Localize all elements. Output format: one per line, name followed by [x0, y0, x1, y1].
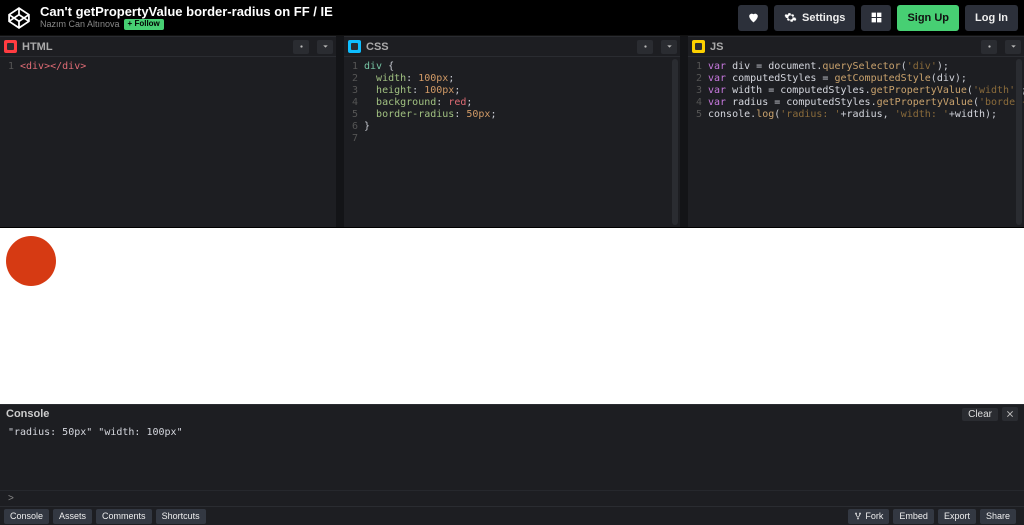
console-header: Console Clear	[0, 405, 1024, 423]
editor-html-label: HTML	[22, 41, 53, 53]
chevron-down-icon	[1009, 42, 1018, 51]
footer-assets-button[interactable]: Assets	[53, 509, 92, 524]
editor-js-label: JS	[710, 41, 723, 53]
editor-css-label: CSS	[366, 41, 389, 53]
scrollbar[interactable]	[672, 59, 678, 225]
editor-html-settings[interactable]	[293, 40, 309, 54]
grid-icon	[870, 11, 883, 24]
login-button[interactable]: Log In	[965, 5, 1018, 31]
codepen-icon	[8, 7, 30, 29]
html-badge-icon	[4, 40, 17, 53]
heart-icon	[747, 11, 760, 24]
gutter: 1 2 3 4 5	[688, 57, 708, 227]
console-input[interactable]: >	[0, 490, 1024, 506]
gear-icon	[784, 11, 797, 24]
footer-export-button[interactable]: Export	[938, 509, 976, 524]
preview-pane	[0, 228, 1024, 404]
view-switch-button[interactable]	[861, 5, 891, 31]
pen-author[interactable]: Nazım Can Altınova	[40, 20, 120, 29]
scrollbar[interactable]	[1016, 59, 1022, 225]
editor-css-settings[interactable]	[637, 40, 653, 54]
chevron-down-icon	[665, 42, 674, 51]
gutter: 1 2 3 4 5 6 7	[344, 57, 364, 227]
close-icon	[1006, 410, 1014, 418]
editor-js-body[interactable]: 1 2 3 4 5 var div = document.querySelect…	[688, 57, 1024, 227]
editor-css-header: CSS	[344, 37, 680, 57]
editor-css: CSS 1 2 3 4 5 6 7 div { width: 100px; he…	[344, 36, 680, 227]
header: Can't getPropertyValue border-radius on …	[0, 0, 1024, 36]
code-css[interactable]: div { width: 100px; height: 100px; backg…	[364, 57, 680, 227]
console-label: Console	[6, 408, 49, 420]
js-badge-icon	[692, 40, 705, 53]
pen-title: Can't getPropertyValue border-radius on …	[40, 5, 333, 19]
gear-icon	[297, 42, 306, 51]
editor-js-dropdown[interactable]	[1005, 40, 1021, 54]
editors-row: HTML 1 <div></div> CSS 1 2 3 4 5 6 7 div…	[0, 36, 1024, 228]
footer-embed-button[interactable]: Embed	[893, 509, 934, 524]
pen-author-row: Nazım Can Altınova + Follow	[40, 19, 333, 29]
editor-html-body[interactable]: 1 <div></div>	[0, 57, 336, 227]
follow-button[interactable]: + Follow	[124, 19, 164, 29]
chevron-down-icon	[321, 42, 330, 51]
title-block: Can't getPropertyValue border-radius on …	[40, 5, 333, 29]
settings-label: Settings	[802, 12, 845, 24]
preview-circle	[6, 236, 56, 286]
gear-icon	[641, 42, 650, 51]
footer-comments-button[interactable]: Comments	[96, 509, 152, 524]
gutter: 1	[0, 57, 20, 227]
footer: Console Assets Comments Shortcuts Fork E…	[0, 506, 1024, 525]
console-clear-button[interactable]: Clear	[962, 408, 998, 421]
signup-button[interactable]: Sign Up	[897, 5, 959, 31]
console-close-button[interactable]	[1002, 407, 1018, 421]
code-html[interactable]: <div></div>	[20, 57, 336, 227]
editor-css-body[interactable]: 1 2 3 4 5 6 7 div { width: 100px; height…	[344, 57, 680, 227]
editor-js-header: JS	[688, 37, 1024, 57]
editor-html-header: HTML	[0, 37, 336, 57]
console-pane: Console Clear "radius: 50px" "width: 100…	[0, 404, 1024, 506]
editor-css-dropdown[interactable]	[661, 40, 677, 54]
gear-icon	[985, 42, 994, 51]
footer-share-button[interactable]: Share	[980, 509, 1016, 524]
love-button[interactable]	[738, 5, 768, 31]
editor-js: JS 1 2 3 4 5 var div = document.querySel…	[688, 36, 1024, 227]
editor-js-settings[interactable]	[981, 40, 997, 54]
editor-html-dropdown[interactable]	[317, 40, 333, 54]
codepen-logo-icon[interactable]	[6, 5, 32, 31]
console-prompt: >	[8, 493, 14, 504]
settings-button[interactable]: Settings	[774, 5, 855, 31]
fork-icon	[854, 512, 862, 520]
footer-shortcuts-button[interactable]: Shortcuts	[156, 509, 206, 524]
console-output: "radius: 50px" "width: 100px"	[0, 423, 1024, 490]
code-js[interactable]: var div = document.querySelector('div');…	[708, 57, 1024, 227]
fork-label: Fork	[865, 511, 883, 521]
footer-console-button[interactable]: Console	[4, 509, 49, 524]
editor-html: HTML 1 <div></div>	[0, 36, 336, 227]
footer-fork-button[interactable]: Fork	[848, 509, 889, 524]
css-badge-icon	[348, 40, 361, 53]
